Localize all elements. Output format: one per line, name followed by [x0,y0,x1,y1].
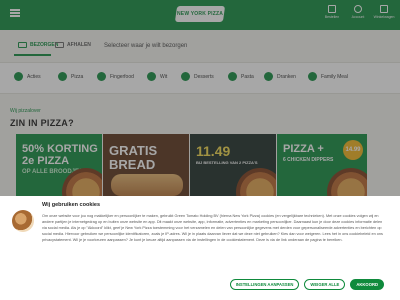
cookie-accept-button[interactable]: AKKOORD [350,279,384,290]
cookie-dialog: Wij gebruiken cookies Om onze website vo… [0,196,400,300]
cookie-title: Wij gebruiken cookies [42,202,101,208]
cookie-settings-button[interactable]: INSTELLINGEN AANPASSEN [229,279,300,290]
cookie-buttons: INSTELLINGEN AANPASSEN WEIGER ALLE AKKOO… [229,279,384,290]
cookie-body-text: Om onze website voor jou nog makkelijker… [42,214,383,242]
cookie-image [12,210,34,232]
cookie-reject-button[interactable]: WEIGER ALLE [304,279,346,290]
